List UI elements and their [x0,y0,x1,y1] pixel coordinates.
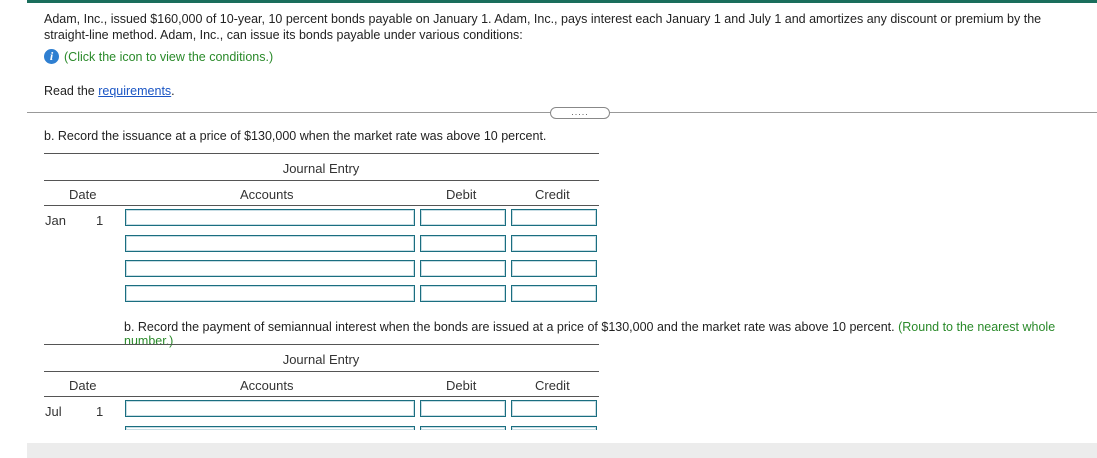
debit2-input-1[interactable] [420,400,506,417]
credit-input-4[interactable] [511,285,597,302]
table2-body-rule [44,396,599,397]
problem-statement: Adam, Inc., issued $160,000 of 10-year, … [44,12,1042,42]
header2-credit: Credit [535,378,570,393]
debit-input-2[interactable] [420,235,506,252]
table-top-rule [44,153,599,154]
account-input-2[interactable] [125,235,415,252]
requirements-link[interactable]: requirements [98,84,171,98]
footer-bar [27,443,1097,458]
table-body-rule [44,205,599,206]
header2-debit: Debit [446,378,477,393]
header-credit: Credit [535,187,570,202]
account2-input-2[interactable] [125,426,415,430]
credit-input-2[interactable] [511,235,597,252]
debit2-input-2[interactable] [420,426,506,430]
entry-day: 1 [96,213,104,228]
info-icon[interactable]: i [44,49,59,64]
header-date: Date [69,187,97,202]
entry-month: Jan [45,213,66,228]
account-input-4[interactable] [125,285,415,302]
table2-top-rule [44,344,599,345]
conditions-info: i (Click the icon to view the conditions… [44,49,273,64]
expand-more-button[interactable]: ..... [550,107,610,119]
account2-input-1[interactable] [125,400,415,417]
credit2-input-2[interactable] [511,426,597,430]
header-debit: Debit [446,187,477,202]
journal-entry-title-2: Journal Entry [282,352,360,367]
journal-entry-title: Journal Entry [282,161,360,176]
read-requirements-line: Read the requirements. [44,84,175,98]
top-accent-bar [27,0,1097,3]
debit-input-1[interactable] [420,209,506,226]
header2-date: Date [69,378,97,393]
question-issuance: b. Record the issuance at a price of $13… [44,129,547,143]
header2-accounts: Accounts [240,378,294,393]
account-input-3[interactable] [125,260,415,277]
debit-input-3[interactable] [420,260,506,277]
credit-input-3[interactable] [511,260,597,277]
account-input-1[interactable] [125,209,415,226]
credit2-input-1[interactable] [511,400,597,417]
debit-input-4[interactable] [420,285,506,302]
table-header-rule [44,180,599,181]
read-suffix: . [171,84,175,98]
info-hint-text: (Click the icon to view the conditions.) [64,49,274,64]
table2-header-rule [44,371,599,372]
read-prefix: Read the [44,84,99,98]
question-text: b. Record the payment of semiannual inte… [124,320,895,334]
entry2-day: 1 [96,404,104,419]
entry2-month: Jul [45,404,62,419]
header-accounts: Accounts [240,187,294,202]
credit-input-1[interactable] [511,209,597,226]
